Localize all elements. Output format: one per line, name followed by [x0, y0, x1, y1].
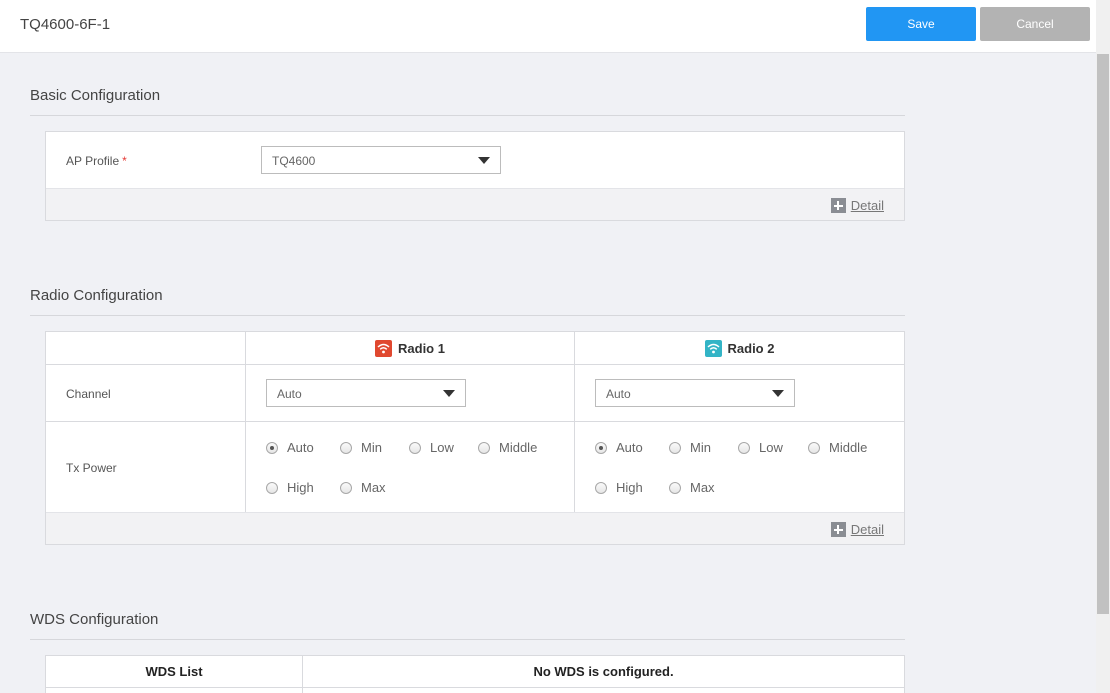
grid-divider — [46, 687, 904, 688]
chevron-down-icon — [478, 157, 490, 164]
radio-button[interactable] — [738, 441, 750, 454]
radio1-txpower-auto[interactable]: Auto — [266, 440, 314, 455]
radio-button[interactable] — [595, 481, 607, 494]
radio2-txpower-auto[interactable]: Auto — [595, 440, 643, 455]
radio2-label: Radio 2 — [727, 340, 775, 356]
option-label: Min — [361, 440, 382, 455]
basic-detail-link[interactable]: Detail — [830, 198, 884, 213]
radio-button[interactable] — [266, 481, 278, 494]
wds-list-header: WDS List — [145, 664, 203, 679]
channel-label: Channel — [66, 387, 111, 401]
radio1-label: Radio 1 — [398, 340, 445, 356]
ap-profile-label: AP Profile * — [66, 154, 127, 168]
wifi-icon — [704, 339, 722, 357]
detail-label: Detail — [850, 198, 884, 213]
option-label: Min — [690, 440, 711, 455]
basic-config-panel: AP Profile * TQ4600 Detail — [45, 131, 905, 221]
scrollbar-thumb[interactable] — [1097, 54, 1109, 614]
radio-button[interactable] — [266, 441, 278, 454]
plus-icon — [830, 198, 846, 213]
section-divider — [30, 315, 905, 316]
option-label: Max — [361, 480, 386, 495]
option-label: Low — [759, 440, 783, 455]
wifi-icon — [375, 339, 393, 357]
grid-divider — [46, 421, 904, 422]
grid-divider — [46, 364, 904, 365]
header-bar: TQ4600-6F-1 Save Cancel — [0, 0, 1096, 53]
option-label: Middle — [499, 440, 538, 455]
basic-panel-footer: Detail — [46, 188, 904, 220]
radio2-txpower-low[interactable]: Low — [738, 440, 783, 455]
detail-label: Detail — [850, 522, 884, 537]
radio1-txpower-min[interactable]: Min — [340, 440, 382, 455]
option-label: High — [616, 480, 643, 495]
radio2-channel-select[interactable]: Auto — [595, 379, 795, 407]
radio1-channel-select[interactable]: Auto — [266, 379, 466, 407]
radio-button[interactable] — [595, 441, 607, 454]
radio2-txpower-middle[interactable]: Middle — [808, 440, 867, 455]
ap-profile-select[interactable]: TQ4600 — [261, 146, 501, 174]
section-divider — [30, 115, 905, 116]
page-title: TQ4600-6F-1 — [20, 16, 111, 33]
ap-profile-label-text: AP Profile — [66, 154, 120, 168]
radio-button[interactable] — [669, 441, 681, 454]
option-label: Middle — [829, 440, 868, 455]
wds-config-title: WDS Configuration — [30, 611, 159, 628]
radio-panel-footer: Detail — [46, 512, 904, 544]
vertical-scrollbar[interactable] — [1096, 0, 1110, 693]
radio-button[interactable] — [409, 441, 421, 454]
basic-config-title: Basic Configuration — [30, 87, 161, 104]
option-label: Auto — [287, 440, 314, 455]
wds-config-panel: WDS List No WDS is configured. — [45, 655, 905, 693]
radio-button[interactable] — [478, 441, 490, 454]
radio1-txpower-high[interactable]: High — [266, 480, 314, 495]
radio1-txpower-max[interactable]: Max — [340, 480, 386, 495]
save-button[interactable]: Save — [866, 7, 976, 41]
radio1-channel-value: Auto — [277, 387, 302, 401]
cancel-button[interactable]: Cancel — [980, 7, 1090, 41]
radio-button[interactable] — [340, 481, 352, 494]
ap-profile-value: TQ4600 — [272, 154, 316, 168]
chevron-down-icon — [443, 390, 455, 397]
radio-button[interactable] — [808, 441, 820, 454]
radio-button[interactable] — [669, 481, 681, 494]
radio-config-panel: Radio 1 Radio 2 Channel Auto Auto Tx Pow… — [45, 331, 905, 545]
ap-config-page: TQ4600-6F-1 Save Cancel Basic Configurat… — [0, 0, 1110, 693]
radio1-txpower-middle[interactable]: Middle — [478, 440, 537, 455]
radio2-txpower-max[interactable]: Max — [669, 480, 715, 495]
option-label: Auto — [616, 440, 643, 455]
radio2-header: Radio 2 — [575, 332, 904, 364]
plus-icon — [830, 522, 846, 537]
option-label: Max — [690, 480, 715, 495]
radio2-txpower-high[interactable]: High — [595, 480, 643, 495]
txpower-label: Tx Power — [66, 461, 117, 475]
radio-button[interactable] — [340, 441, 352, 454]
radio1-header: Radio 1 — [246, 332, 574, 364]
section-divider — [30, 639, 905, 640]
chevron-down-icon — [772, 390, 784, 397]
option-label: High — [287, 480, 314, 495]
required-mark: * — [122, 154, 127, 168]
radio-config-title: Radio Configuration — [30, 287, 163, 304]
radio2-txpower-min[interactable]: Min — [669, 440, 711, 455]
option-label: Low — [430, 440, 454, 455]
radio1-txpower-low[interactable]: Low — [409, 440, 454, 455]
radio2-channel-value: Auto — [606, 387, 631, 401]
wds-empty-message: No WDS is configured. — [533, 664, 674, 679]
radio-detail-link[interactable]: Detail — [830, 522, 884, 537]
